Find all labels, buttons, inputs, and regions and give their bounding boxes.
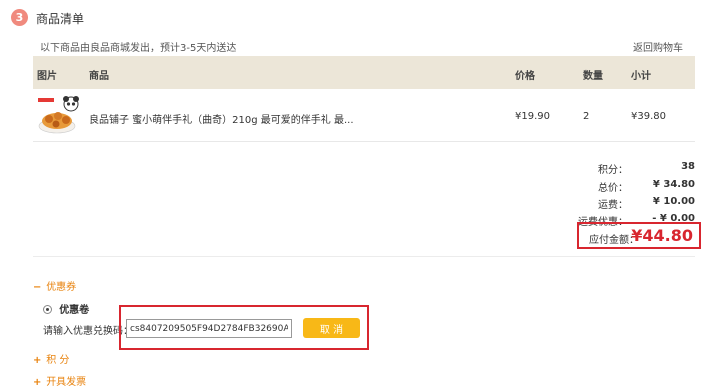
shipping-label: 运费：	[598, 200, 628, 211]
points-section-toggle[interactable]: + 积 分	[33, 351, 69, 366]
section-title: 商品清单	[36, 12, 85, 26]
expand-icon: +	[33, 355, 42, 366]
coupon-radio-label: 优惠卷	[59, 305, 90, 316]
total-price-value: ¥ 34.80	[652, 179, 695, 190]
product-subtotal: ¥39.80	[631, 111, 666, 122]
coupon-radio-option[interactable]: 优惠卷	[43, 301, 89, 316]
col-quantity: 数量	[583, 71, 603, 82]
radio-selected-icon[interactable]	[43, 305, 52, 314]
product-name[interactable]: 良品铺子 蜜小萌伴手礼（曲奇）210g 最可爱的伴手礼 最...	[89, 111, 354, 126]
divider	[33, 256, 695, 257]
table-row: 良品铺子 蜜小萌伴手礼（曲奇）210g 最可爱的伴手礼 最... ¥19.90 …	[33, 89, 695, 142]
col-subtotal: 小计	[631, 71, 651, 82]
amount-due-value: ¥44.80	[631, 226, 693, 245]
back-to-cart-link[interactable]: 返回购物车	[633, 39, 683, 54]
collapse-icon: −	[33, 282, 42, 293]
total-price-label: 总价：	[598, 183, 628, 194]
delivery-note: 以下商品由良品商城发出，预计3-5天内送达	[40, 43, 237, 54]
step-number-badge: 3	[11, 9, 28, 26]
table-header: 图片 商品 价格 数量 小计	[33, 56, 695, 89]
coupon-section-toggle[interactable]: − 优惠券	[33, 278, 76, 293]
points-value: 38	[681, 161, 695, 172]
points-label: 积分：	[598, 165, 628, 176]
coupon-section-label: 优惠券	[46, 282, 77, 293]
invoice-section-label: 开具发票	[46, 377, 87, 388]
expand-icon: +	[33, 377, 42, 388]
col-product: 商品	[89, 71, 109, 82]
amount-due-box: 应付金额： ¥44.80	[577, 222, 701, 249]
coupon-code-highlight: 取 消	[119, 305, 369, 350]
points-section-label: 积 分	[46, 355, 70, 366]
product-price: ¥19.90	[515, 111, 550, 122]
shipping-value: ¥ 10.00	[652, 196, 695, 207]
invoice-section-toggle[interactable]: + 开具发票	[33, 373, 86, 388]
col-image: 图片	[37, 71, 57, 82]
col-price: 价格	[515, 71, 535, 82]
product-quantity: 2	[583, 111, 590, 122]
product-thumbnail-icon[interactable]	[37, 95, 79, 137]
cancel-coupon-button[interactable]: 取 消	[303, 318, 360, 338]
coupon-code-input[interactable]	[126, 319, 292, 338]
